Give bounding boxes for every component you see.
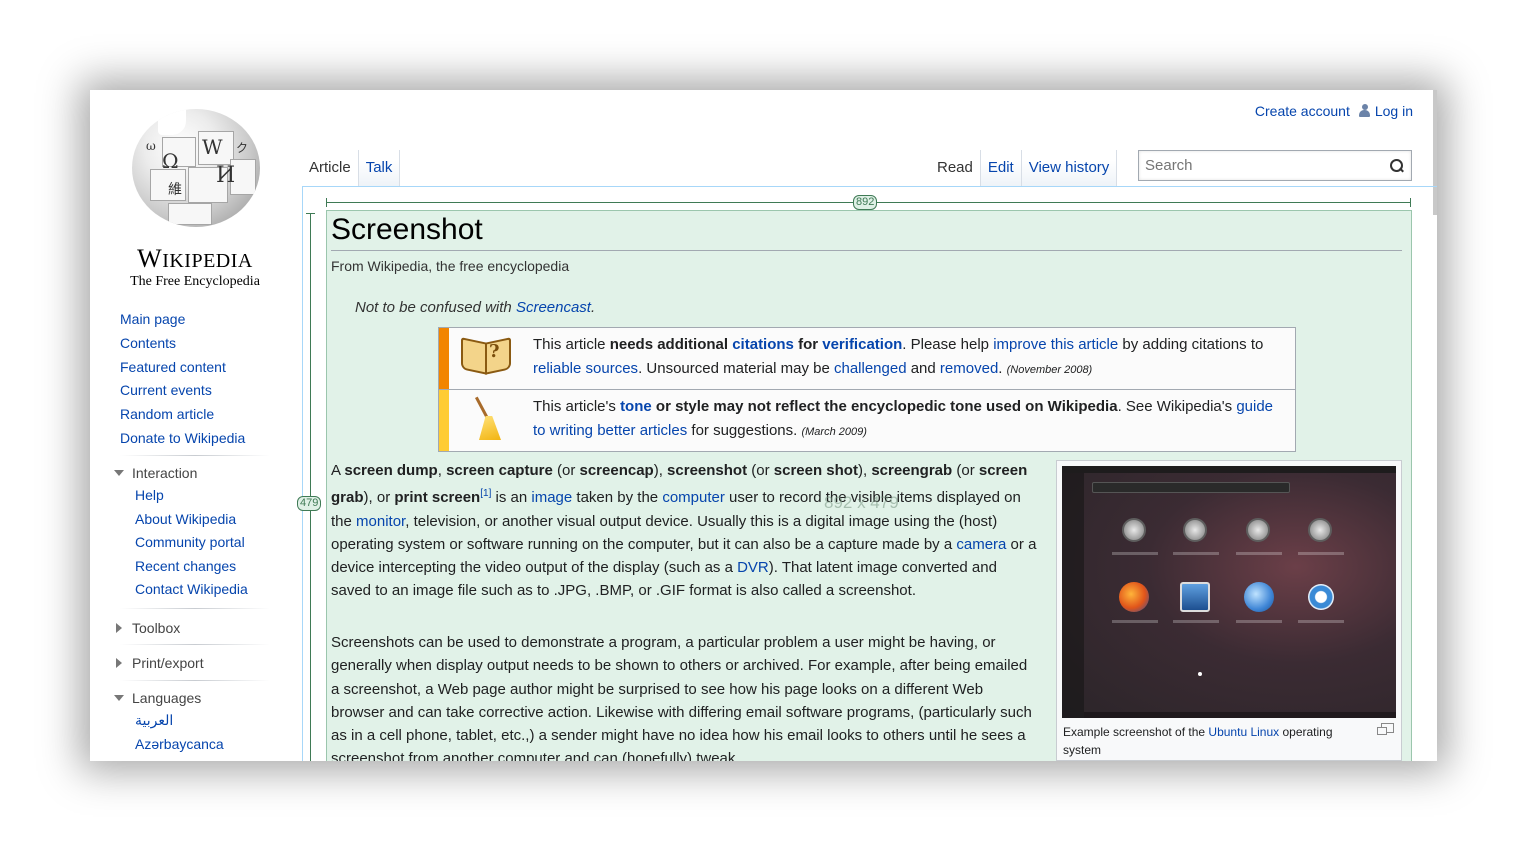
- puzzle-globe-icon: W Ω И 維 ω ク: [132, 109, 260, 227]
- challenged-link[interactable]: challenged: [834, 360, 907, 377]
- tagline: The Free Encyclopedia: [130, 274, 260, 289]
- image-link[interactable]: image: [531, 489, 572, 506]
- dimension-overlay: 892 x 479: [824, 493, 899, 512]
- height-ruler: [306, 213, 315, 761]
- nav-contact-wikipedia[interactable]: Contact Wikipedia: [114, 578, 248, 602]
- nav-recent-changes[interactable]: Recent changes: [114, 555, 248, 579]
- user-icon: [1358, 104, 1370, 117]
- paragraph-uses: Screenshots can be used to demonstrate a…: [331, 634, 1032, 761]
- nav-current-events[interactable]: Current events: [120, 379, 245, 403]
- globe-glyph: И: [216, 163, 236, 188]
- browser-window: W Ω И 維 ω ク WIKIPEDIA The Free Encyclope…: [90, 90, 1437, 761]
- nav-help[interactable]: Help: [114, 484, 248, 508]
- removed-link[interactable]: removed: [940, 360, 998, 377]
- wordmark: WIKIPEDIA: [137, 244, 253, 273]
- screencast-link[interactable]: Screencast: [516, 299, 591, 316]
- broom-icon: [471, 396, 511, 446]
- improve-article-link[interactable]: improve this article: [993, 336, 1118, 353]
- nav-donate[interactable]: Donate to Wikipedia: [120, 427, 245, 451]
- login-group[interactable]: Log in: [1358, 103, 1413, 119]
- nav-random-article[interactable]: Random article: [120, 403, 245, 427]
- divider: [120, 644, 270, 645]
- title-divider: [331, 250, 1402, 251]
- thumbnail-caption: Example screenshot of the Ubuntu Linux o…: [1063, 725, 1333, 757]
- portal-heading[interactable]: Interaction: [114, 462, 248, 484]
- lang-azerbaijani[interactable]: Azərbaycanca: [114, 733, 224, 757]
- ubuntu-link[interactable]: Ubuntu: [1208, 725, 1247, 739]
- globe-glyph: 維: [168, 182, 182, 198]
- globe-glyph: ω: [146, 139, 156, 153]
- portal-print-export: Print/export: [114, 652, 204, 674]
- citations-link[interactable]: citations: [732, 336, 794, 353]
- login-link[interactable]: Log in: [1375, 103, 1413, 119]
- tab-view-history[interactable]: View history: [1021, 150, 1118, 186]
- globe-glyph: Ω: [162, 149, 179, 173]
- portal-heading[interactable]: Print/export: [114, 652, 204, 674]
- hatnote: Not to be confused with Screencast.: [355, 299, 596, 316]
- nav-community-portal[interactable]: Community portal: [114, 531, 248, 555]
- nav-featured-content[interactable]: Featured content: [120, 356, 245, 380]
- namespace-tabs: Article Talk: [302, 150, 401, 186]
- notice-stripe: [439, 390, 449, 451]
- monitor-link[interactable]: monitor: [356, 513, 405, 530]
- navigation-menu: Main page Contents Featured content Curr…: [120, 308, 245, 451]
- tab-read[interactable]: Read: [930, 150, 981, 186]
- sidebar: W Ω И 維 ω ク WIKIPEDIA The Free Encyclope…: [90, 90, 302, 761]
- divider: [120, 455, 270, 456]
- divider: [120, 608, 270, 609]
- wikipedia-logo[interactable]: W Ω И 維 ω ク WIKIPEDIA The Free Encyclope…: [120, 106, 270, 289]
- page-title: Screenshot: [331, 213, 483, 246]
- linux-link[interactable]: Linux: [1250, 725, 1279, 739]
- notice-date: (March 2009): [801, 426, 867, 438]
- tab-edit[interactable]: Edit: [980, 150, 1022, 186]
- reliable-sources-link[interactable]: reliable sources: [533, 360, 638, 377]
- enlarge-icon[interactable]: [1377, 723, 1394, 735]
- width-tag: 892: [853, 195, 878, 210]
- globe-glyph: W: [202, 135, 223, 159]
- globe-glyph: ク: [236, 141, 249, 155]
- chevron-right-icon: [116, 623, 122, 633]
- verification-link[interactable]: verification: [822, 336, 902, 353]
- tone-link[interactable]: tone: [620, 398, 652, 415]
- ubuntu-screenshot-image[interactable]: [1062, 466, 1396, 718]
- camera-link[interactable]: camera: [956, 536, 1006, 553]
- chevron-right-icon: [116, 658, 122, 668]
- search-icon[interactable]: [1390, 159, 1404, 173]
- search-box: [1138, 150, 1412, 181]
- notice-text: This article needs additional citations …: [533, 336, 1264, 377]
- tab-article[interactable]: Article: [302, 150, 359, 186]
- portal-toolbox: Toolbox: [114, 617, 180, 639]
- view-tabs: Read Edit View history: [930, 150, 1118, 186]
- notice-text: This article's tone or style may not ref…: [533, 398, 1274, 439]
- search-input[interactable]: [1139, 151, 1379, 180]
- thumbnail: Example screenshot of the Ubuntu Linux o…: [1056, 460, 1402, 761]
- reference-1[interactable]: [1]: [480, 488, 491, 499]
- nav-main-page[interactable]: Main page: [120, 308, 245, 332]
- personal-tools: Create account Log in: [1255, 103, 1413, 119]
- chevron-down-icon: [114, 695, 124, 701]
- notice-date: (November 2008): [1006, 364, 1093, 376]
- lang-arabic[interactable]: العربية: [114, 709, 224, 733]
- divider: [120, 680, 270, 681]
- notice-stripe: [439, 328, 449, 390]
- computer-link[interactable]: computer: [662, 489, 725, 506]
- portal-languages: Languages العربية Azərbaycanca: [114, 687, 224, 756]
- portal-interaction: Interaction Help About Wikipedia Communi…: [114, 462, 248, 602]
- portal-heading[interactable]: Toolbox: [114, 617, 180, 639]
- tab-talk[interactable]: Talk: [358, 150, 401, 186]
- dvr-link[interactable]: DVR: [737, 559, 769, 576]
- height-tag: 479: [297, 496, 322, 511]
- create-account-link[interactable]: Create account: [1255, 103, 1350, 119]
- book-question-icon: ?: [461, 337, 513, 376]
- tone-notice: This article's tone or style may not ref…: [438, 389, 1296, 452]
- paragraph-intro: A screen dump, screen capture (or screen…: [331, 462, 1037, 600]
- nav-about-wikipedia[interactable]: About Wikipedia: [114, 508, 248, 532]
- chevron-down-icon: [114, 470, 124, 476]
- portal-heading[interactable]: Languages: [114, 687, 224, 709]
- site-sub: From Wikipedia, the free encyclopedia: [331, 258, 570, 274]
- citation-notice: ? This article needs additional citation…: [438, 327, 1296, 390]
- nav-contents[interactable]: Contents: [120, 332, 245, 356]
